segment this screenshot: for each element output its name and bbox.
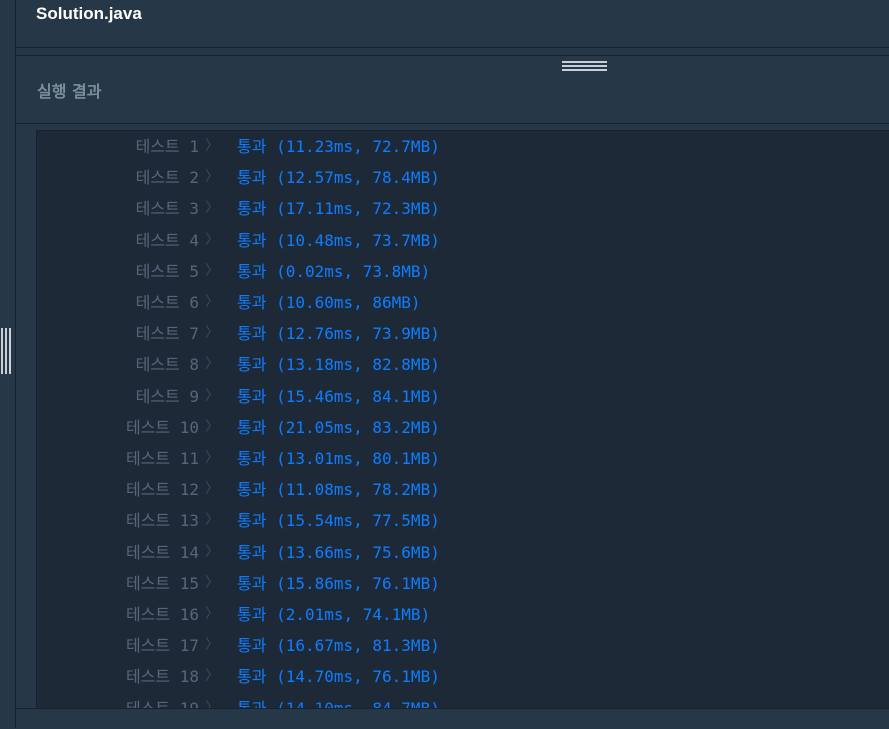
test-label: 테스트 3 xyxy=(135,199,199,219)
test-result: 통과 (17.11ms, 72.3MB) xyxy=(237,199,440,219)
test-result: 통과 (12.57ms, 78.4MB) xyxy=(237,168,440,188)
test-result-row: 테스트 12 〉 통과 (11.08ms, 78.2MB) xyxy=(37,474,877,505)
test-result: 통과 (14.70ms, 76.1MB) xyxy=(237,667,440,687)
test-result: 통과 (12.76ms, 73.9MB) xyxy=(237,324,440,344)
test-label: 테스트 16 xyxy=(125,605,199,624)
test-label: 테스트 11 xyxy=(125,449,199,468)
chevron-right-icon: 〉 xyxy=(205,418,219,435)
test-label: 테스트 17 xyxy=(125,636,199,656)
test-result-row: 테스트 9 〉 통과 (15.46ms, 84.1MB) xyxy=(37,381,877,412)
file-name-tab[interactable]: Solution.java xyxy=(36,4,142,24)
test-label: 테스트 8 xyxy=(135,355,199,375)
chevron-right-icon: 〉 xyxy=(205,606,219,622)
chevron-right-icon: 〉 xyxy=(205,356,219,373)
test-label: 테스트 10 xyxy=(125,417,199,437)
chevron-right-icon: 〉 xyxy=(205,138,219,154)
test-result-row: 테스트 1 〉 통과 (11.23ms, 72.7MB) xyxy=(37,131,877,162)
test-result: 통과 (10.48ms, 73.7MB) xyxy=(237,230,440,250)
test-result-row: 테스트 3 〉 통과 (17.11ms, 72.3MB) xyxy=(37,193,877,224)
test-label: 테스트 12 xyxy=(125,480,199,500)
chevron-right-icon: 〉 xyxy=(205,481,219,498)
chevron-right-icon: 〉 xyxy=(205,637,219,654)
test-label: 테스트 15 xyxy=(125,573,199,593)
test-label: 테스트 2 xyxy=(135,168,199,188)
test-result: 통과 (0.02ms, 73.8MB) xyxy=(237,261,431,281)
chevron-right-icon: 〉 xyxy=(205,387,219,404)
test-label: 테스트 4 xyxy=(135,230,199,250)
results-console[interactable]: 테스트 1 〉 통과 (11.23ms, 72.7MB) 테스트 2 〉 통과 (12.5… xyxy=(36,130,889,710)
chevron-right-icon: 〉 xyxy=(205,668,219,685)
test-result: 통과 (16.67ms, 81.3MB) xyxy=(237,636,440,656)
test-label: 테스트 1 xyxy=(135,137,199,156)
results-title: 실행 결과 xyxy=(37,82,102,101)
bottom-bar xyxy=(16,708,889,729)
test-result-row: 테스트 2 〉 통과 (12.57ms, 78.4MB) xyxy=(37,162,877,193)
test-result-row: 테스트 18 〉 통과 (14.70ms, 76.1MB) xyxy=(37,661,877,692)
editor-tab-bar: Solution.java xyxy=(16,0,889,47)
test-result: 통과 (15.46ms, 84.1MB) xyxy=(237,386,440,406)
test-result-row: 테스트 13 〉 통과 (15.54ms, 77.5MB) xyxy=(37,505,877,536)
chevron-right-icon: 〉 xyxy=(205,512,219,529)
test-result-row: 테스트 14 〉 통과 (13.66ms, 75.6MB) xyxy=(37,537,877,568)
test-label: 테스트 6 xyxy=(135,293,199,312)
test-result: 통과 (13.01ms, 80.1MB) xyxy=(237,449,440,468)
test-label: 테스트 13 xyxy=(125,511,199,531)
test-result: 통과 (13.18ms, 82.8MB) xyxy=(237,355,440,375)
test-result: 통과 (2.01ms, 74.1MB) xyxy=(237,605,431,624)
chevron-right-icon: 〉 xyxy=(205,543,219,560)
chevron-right-icon: 〉 xyxy=(205,294,219,310)
test-label: 테스트 14 xyxy=(125,542,199,562)
chevron-right-icon: 〉 xyxy=(205,200,219,217)
test-label: 테스트 5 xyxy=(135,261,199,281)
test-result-row: 테스트 7 〉 통과 (12.76ms, 73.9MB) xyxy=(37,318,877,349)
test-label: 테스트 7 xyxy=(135,324,199,344)
test-result-row: 테스트 10 〉 통과 (21.05ms, 83.2MB) xyxy=(37,412,877,443)
results-header: 실행 결과 xyxy=(16,56,889,123)
chevron-right-icon: 〉 xyxy=(205,574,219,591)
test-label: 테스트 18 xyxy=(125,667,199,687)
panel-resize-handle[interactable] xyxy=(562,61,607,73)
test-result-row: 테스트 8 〉 통과 (13.18ms, 82.8MB) xyxy=(37,349,877,380)
chevron-right-icon: 〉 xyxy=(205,262,219,279)
test-result: 통과 (11.23ms, 72.7MB) xyxy=(237,137,440,156)
test-result-row: 테스트 17 〉 통과 (16.67ms, 81.3MB) xyxy=(37,630,877,661)
chevron-right-icon: 〉 xyxy=(205,450,219,466)
test-result: 통과 (11.08ms, 78.2MB) xyxy=(237,480,440,500)
test-result-row: 테스트 4 〉 통과 (10.48ms, 73.7MB) xyxy=(37,225,877,256)
left-panel-resize-handle[interactable] xyxy=(0,328,12,374)
test-result: 통과 (15.54ms, 77.5MB) xyxy=(237,511,440,531)
test-result-row: 테스트 11 〉 통과 (13.01ms, 80.1MB) xyxy=(37,443,877,474)
divider xyxy=(16,123,889,124)
test-result: 통과 (21.05ms, 83.2MB) xyxy=(237,417,440,437)
chevron-right-icon: 〉 xyxy=(205,169,219,186)
test-result: 통과 (15.86ms, 76.1MB) xyxy=(237,573,440,593)
chevron-right-icon: 〉 xyxy=(205,325,219,342)
test-label: 테스트 9 xyxy=(135,386,199,406)
divider xyxy=(16,47,889,48)
test-result: 통과 (10.60ms, 86MB) xyxy=(237,293,421,312)
test-result-row: 테스트 16 〉 통과 (2.01ms, 74.1MB) xyxy=(37,599,877,630)
chevron-right-icon: 〉 xyxy=(205,231,219,248)
test-result-row: 테스트 5 〉 통과 (0.02ms, 73.8MB) xyxy=(37,256,877,287)
test-result-row: 테스트 6 〉 통과 (10.60ms, 86MB) xyxy=(37,287,877,318)
test-result: 통과 (13.66ms, 75.6MB) xyxy=(237,542,440,562)
test-result-row: 테스트 15 〉 통과 (15.86ms, 76.1MB) xyxy=(37,568,877,599)
